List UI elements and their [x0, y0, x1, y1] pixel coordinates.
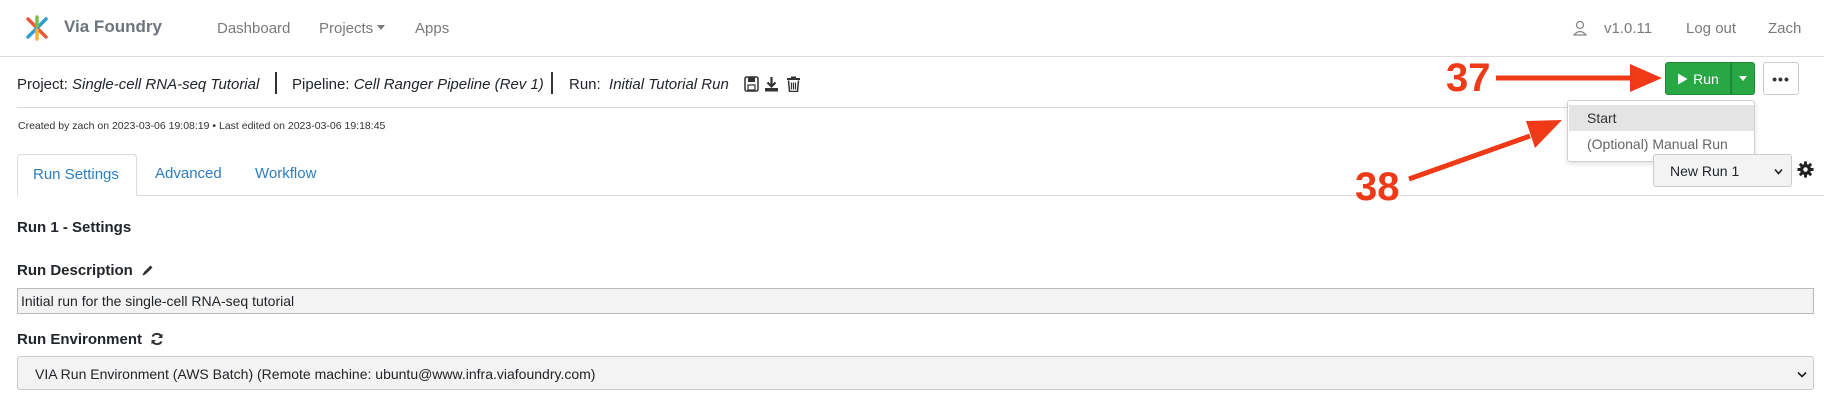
save-icon[interactable]: [744, 76, 759, 92]
refresh-icon[interactable]: [150, 332, 164, 346]
project-crumb: Project: Single-cell RNA-seq Tutorial: [17, 76, 259, 93]
nav-projects-label: Projects: [319, 20, 374, 37]
tab-workflow[interactable]: Workflow: [240, 154, 331, 196]
chevron-down-icon: [1739, 76, 1747, 81]
divider: [551, 72, 553, 94]
run-environment-value: VIA Run Environment (AWS Batch) (Remote …: [35, 366, 596, 382]
chevron-down-icon: [1797, 371, 1807, 378]
pencil-icon[interactable]: [141, 264, 154, 277]
run-crumb: Run: Initial Tutorial Run: [569, 76, 729, 93]
gear-icon[interactable]: [1797, 161, 1814, 178]
run-description-label-text: Run Description: [17, 262, 133, 279]
nav-dashboard[interactable]: Dashboard: [217, 20, 290, 37]
logout-link[interactable]: Log out: [1686, 20, 1736, 37]
annotation-arrows: [1408, 64, 1662, 182]
user-menu[interactable]: Zach: [1768, 20, 1801, 37]
run-select-value: New Run 1: [1670, 163, 1740, 179]
settings-title: Run 1 - Settings: [17, 219, 132, 236]
play-icon: [1678, 73, 1688, 84]
arrow-38: [1408, 120, 1562, 182]
pipeline-label: Pipeline:: [292, 76, 350, 93]
project-label: Project:: [17, 76, 68, 93]
run-button[interactable]: Run: [1665, 62, 1731, 95]
arrow-37: [1496, 64, 1662, 92]
pipeline-name[interactable]: Cell Ranger Pipeline (Rev 1): [354, 76, 544, 93]
run-dropdown-toggle[interactable]: [1731, 62, 1755, 95]
brand-name[interactable]: Via Foundry: [64, 17, 162, 37]
tab-run-settings[interactable]: Run Settings: [17, 154, 137, 196]
top-navbar: Via Foundry Dashboard Projects Apps v1.0…: [0, 0, 1824, 57]
run-metadata: Created by zach on 2023-03-06 19:08:19 •…: [18, 120, 386, 132]
run-select[interactable]: New Run 1: [1653, 154, 1792, 187]
run-dropdown-menu: Start (Optional) Manual Run: [1567, 100, 1755, 162]
run-label: Run:: [569, 76, 601, 93]
header-divider: [17, 107, 1753, 108]
chevron-down-icon: [377, 24, 386, 30]
divider: [275, 72, 277, 94]
more-options-button[interactable]: •••: [1763, 62, 1799, 95]
nav-apps[interactable]: Apps: [415, 20, 449, 37]
download-icon[interactable]: [764, 76, 779, 92]
tab-advanced[interactable]: Advanced: [140, 154, 237, 196]
project-name[interactable]: Single-cell RNA-seq Tutorial: [72, 76, 259, 93]
run-description-label: Run Description: [17, 262, 154, 279]
run-environment-select[interactable]: VIA Run Environment (AWS Batch) (Remote …: [17, 356, 1814, 390]
run-button-label: Run: [1693, 70, 1719, 87]
run-environment-label: Run Environment: [17, 331, 164, 348]
run-description-input[interactable]: Initial run for the single-cell RNA-seq …: [17, 288, 1814, 314]
annotation-37: 37: [1446, 56, 1491, 100]
version-label: v1.0.11: [1604, 20, 1653, 37]
nav-projects[interactable]: Projects: [319, 20, 386, 37]
annotation-38: 38: [1355, 165, 1400, 209]
dropdown-item-start[interactable]: Start: [1569, 105, 1754, 131]
chevron-down-icon: [1774, 168, 1783, 175]
run-environment-label-text: Run Environment: [17, 331, 143, 348]
run-name[interactable]: Initial Tutorial Run: [609, 76, 729, 93]
user-icon: [1573, 20, 1587, 36]
pipeline-crumb: Pipeline: Cell Ranger Pipeline (Rev 1): [292, 76, 544, 93]
via-foundry-logo[interactable]: [24, 15, 50, 41]
trash-icon[interactable]: [786, 76, 801, 92]
